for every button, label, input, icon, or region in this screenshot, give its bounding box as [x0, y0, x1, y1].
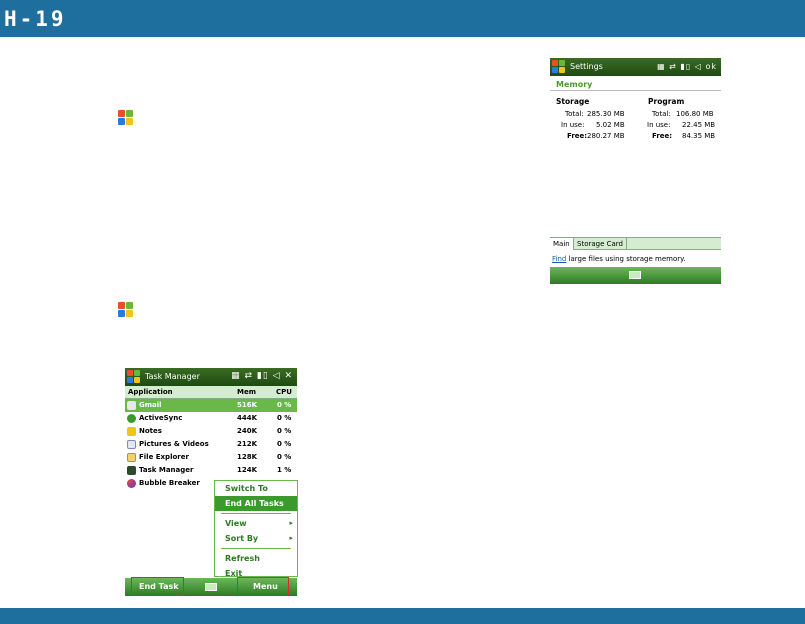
column-headers: Application Mem CPU — [125, 386, 297, 399]
table-row[interactable]: Task Manager 124K 1 % — [125, 464, 297, 477]
menu-divider — [221, 513, 291, 514]
status-icons[interactable]: ▦ ⇄ ▮▯ ◁ ok — [657, 62, 717, 71]
menu-item-switch-to[interactable]: Switch To — [215, 481, 297, 496]
menu-item-refresh[interactable]: Refresh — [215, 551, 297, 566]
storage-free: 280.27 MB — [587, 132, 625, 140]
program-free-label: Free: — [652, 132, 673, 140]
program-header: Program — [648, 97, 685, 106]
menu-item-sort-by[interactable]: Sort By ▸ — [215, 531, 297, 546]
activesync-icon — [127, 414, 136, 423]
ok-button[interactable]: ok — [705, 62, 717, 71]
notes-icon — [127, 427, 136, 436]
program-total-label: Total: — [652, 110, 671, 118]
softkey-bar — [550, 267, 721, 284]
program-free: 84.35 MB — [682, 132, 716, 140]
program-inuse: 22.45 MB — [682, 121, 716, 129]
status-icons[interactable]: ▦ ⇄ ▮▯ ◁ ✕ — [231, 371, 293, 381]
windows-start-icon — [118, 110, 136, 128]
end-task-highlight — [131, 577, 184, 596]
find-text: Find large files using storage memory. — [552, 255, 686, 263]
menu-item-end-all-tasks[interactable]: End All Tasks — [215, 496, 297, 511]
table-row[interactable]: Notes 240K 0 % — [125, 425, 297, 438]
settings-memory-screen: Settings ▦ ⇄ ▮▯ ◁ ok Memory Storage Tota… — [550, 58, 721, 284]
title-bar: Task Manager ▦ ⇄ ▮▯ ◁ ✕ — [125, 368, 297, 386]
table-row[interactable]: ActiveSync 444K 0 % — [125, 412, 297, 425]
window-title: Settings — [570, 62, 603, 71]
storage-total-label: Total: — [565, 110, 584, 118]
task-manager-icon — [127, 466, 136, 475]
gmail-icon — [127, 401, 136, 410]
context-menu: Switch To End All Tasks View ▸ Sort By ▸ R… — [214, 480, 298, 578]
windows-start-icon — [118, 302, 136, 320]
tab-storage-card[interactable]: Storage Card — [574, 238, 627, 250]
storage-header: Storage — [556, 97, 590, 106]
menu-highlight — [237, 577, 289, 596]
page-footer-bar — [0, 608, 805, 624]
column-mem[interactable]: Mem — [237, 388, 256, 396]
find-link[interactable]: Find — [552, 255, 566, 263]
table-row[interactable]: Pictures & Videos 212K 0 % — [125, 438, 297, 451]
table-row[interactable]: Gmail 516K 0 % — [125, 399, 297, 412]
storage-total: 285.30 MB — [587, 110, 625, 118]
tab-strip: Main Storage Card — [550, 237, 721, 250]
page-header-bar: H-19 — [0, 0, 805, 37]
keyboard-icon[interactable] — [205, 583, 217, 591]
column-cpu[interactable]: CPU — [276, 388, 292, 396]
bubble-breaker-icon — [127, 479, 136, 488]
section-title: Memory — [550, 76, 721, 91]
storage-inuse-label: In use: — [561, 121, 585, 129]
menu-item-view[interactable]: View ▸ — [215, 516, 297, 531]
submenu-arrow-icon: ▸ — [289, 519, 293, 527]
title-bar: Settings ▦ ⇄ ▮▯ ◁ ok — [550, 58, 721, 76]
window-title: Task Manager — [145, 372, 200, 381]
menu-divider — [221, 548, 291, 549]
tab-main[interactable]: Main — [550, 238, 574, 250]
table-row[interactable]: File Explorer 128K 0 % — [125, 451, 297, 464]
start-icon[interactable] — [552, 60, 566, 74]
submenu-arrow-icon: ▸ — [289, 534, 293, 542]
keyboard-icon[interactable] — [629, 271, 641, 279]
start-icon[interactable] — [127, 370, 141, 384]
pictures-icon — [127, 440, 136, 449]
column-application[interactable]: Application — [128, 388, 173, 396]
program-total: 106.80 MB — [676, 110, 714, 118]
file-explorer-icon — [127, 453, 136, 462]
storage-free-label: Free: — [567, 132, 588, 140]
page-number: H-19 — [4, 7, 67, 31]
storage-inuse: 5.02 MB — [596, 121, 625, 129]
program-inuse-label: In use: — [647, 121, 671, 129]
